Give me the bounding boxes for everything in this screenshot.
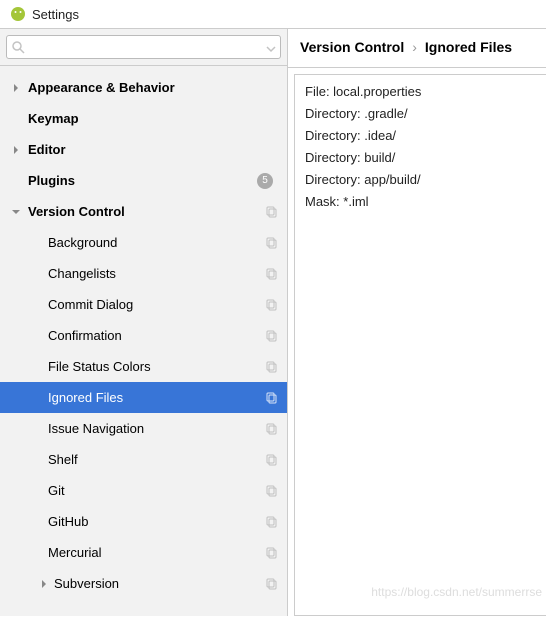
copy-icon[interactable] [265,516,277,528]
tree-item-label: Git [44,483,265,498]
copy-icon[interactable] [265,237,277,249]
breadcrumb: Version Control › Ignored Files [288,29,546,68]
main-container: Appearance & Behavior Keymap Editor Plugins… [0,28,546,616]
tree-item[interactable]: Git [0,475,287,506]
tree-item-label: Keymap [22,111,277,126]
list-item[interactable]: Directory: build/ [305,147,536,169]
tree-item[interactable]: Background [0,227,287,258]
tree-item[interactable]: Shelf [0,444,287,475]
chevron-down-icon[interactable] [266,42,276,52]
tree-item-label: Editor [22,142,277,157]
window-title: Settings [32,7,79,22]
breadcrumb-part[interactable]: Version Control [300,39,404,55]
arrow-right-icon[interactable] [38,578,50,590]
tree-item[interactable]: Confirmation [0,320,287,351]
tree-item-label: Issue Navigation [44,421,265,436]
tree-item[interactable]: Editor [0,134,287,165]
tree-item[interactable]: Mercurial [0,537,287,568]
copy-icon[interactable] [265,423,277,435]
tree-item-label: Ignored Files [44,390,265,405]
tree-item-label: Commit Dialog [44,297,265,312]
search-input[interactable] [25,40,266,54]
breadcrumb-part[interactable]: Ignored Files [425,39,512,55]
arrow-right-icon[interactable] [10,82,22,94]
tree-item-label: Mercurial [44,545,265,560]
tree-item-label: File Status Colors [44,359,265,374]
copy-icon[interactable] [265,268,277,280]
copy-icon[interactable] [265,454,277,466]
tree-item[interactable]: Issue Navigation [0,413,287,444]
list-item[interactable]: Directory: .idea/ [305,125,536,147]
copy-icon[interactable] [265,392,277,404]
count-badge: 5 [257,173,273,189]
tree-item-label: Plugins [22,173,257,188]
list-item[interactable]: File: local.properties [305,81,536,103]
tree-item-label: Shelf [44,452,265,467]
titlebar: Settings [0,0,546,28]
tree-item-label: Background [44,235,265,250]
app-icon [10,6,26,22]
copy-icon[interactable] [265,578,277,590]
list-item[interactable]: Directory: .gradle/ [305,103,536,125]
ignored-files-list[interactable]: File: local.propertiesDirectory: .gradle… [294,74,546,616]
arrow-down-icon[interactable] [10,206,22,218]
tree-item[interactable]: Version Control [0,196,287,227]
watermark: https://blog.csdn.net/summerrse [371,581,542,603]
tree-item-label: GitHub [44,514,265,529]
right-panel: Version Control › Ignored Files File: lo… [288,29,546,616]
search-icon [11,40,25,54]
tree-item-label: Version Control [22,204,265,219]
tree-item[interactable]: File Status Colors [0,351,287,382]
tree-item-label: Changelists [44,266,265,281]
copy-icon[interactable] [265,485,277,497]
copy-icon[interactable] [265,206,277,218]
settings-tree: Appearance & Behavior Keymap Editor Plugins… [0,66,287,616]
tree-item[interactable]: GitHub [0,506,287,537]
tree-item[interactable]: Ignored Files [0,382,287,413]
list-item[interactable]: Directory: app/build/ [305,169,536,191]
copy-icon[interactable] [265,361,277,373]
tree-item[interactable]: Keymap [0,103,287,134]
copy-icon[interactable] [265,330,277,342]
search-box[interactable] [6,35,281,59]
settings-tree-panel: Appearance & Behavior Keymap Editor Plugins… [0,29,288,616]
search-container [0,29,287,66]
tree-item[interactable]: Appearance & Behavior [0,72,287,103]
tree-item-label: Subversion [50,576,265,591]
copy-icon[interactable] [265,547,277,559]
breadcrumb-separator-icon: › [412,39,417,55]
tree-item[interactable]: Commit Dialog [0,289,287,320]
arrow-right-icon[interactable] [10,144,22,156]
tree-item[interactable]: Changelists [0,258,287,289]
tree-item[interactable]: Subversion [0,568,287,599]
copy-icon[interactable] [265,299,277,311]
tree-item-label: Appearance & Behavior [22,80,277,95]
tree-item-label: Confirmation [44,328,265,343]
list-item[interactable]: Mask: *.iml [305,191,536,213]
tree-item[interactable]: Plugins5 [0,165,287,196]
